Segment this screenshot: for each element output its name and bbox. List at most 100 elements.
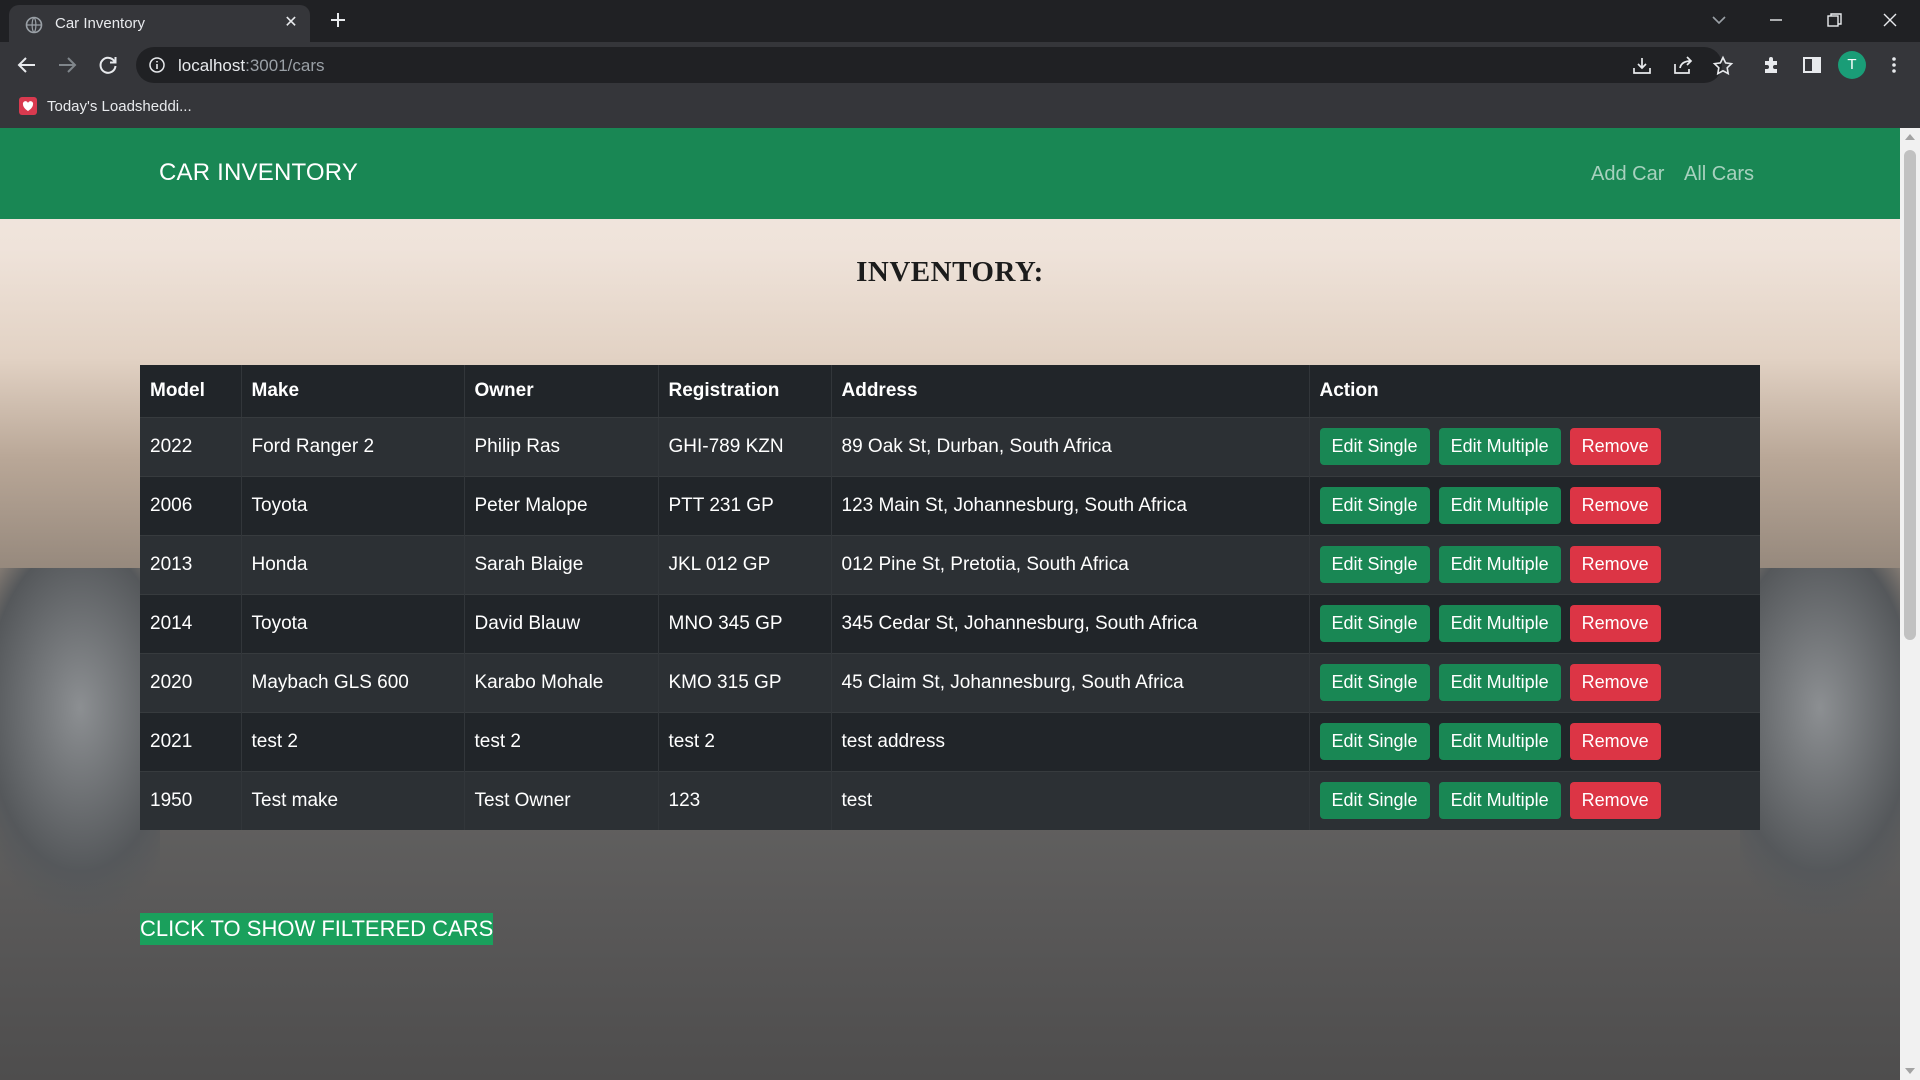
edit-single-button[interactable]: Edit Single (1319, 605, 1430, 642)
inventory-table: Model Make Owner Registration Address Ac… (140, 365, 1760, 830)
cell-model: 2013 (140, 534, 241, 594)
cell-model: 2006 (140, 475, 241, 535)
edit-single-button[interactable]: Edit Single (1319, 723, 1430, 760)
url-text: localhost:3001/cars (178, 56, 325, 75)
remove-button[interactable]: Remove (1569, 487, 1661, 524)
new-tab-icon[interactable] (324, 6, 352, 34)
table-row: 2014 Toyota David Blauw MNO 345 GP 345 C… (140, 593, 1760, 653)
menu-kebab-icon[interactable] (1878, 49, 1910, 81)
cell-owner: Test Owner (463, 770, 658, 830)
background-car-right (1740, 568, 1900, 918)
cell-registration: JKL 012 GP (657, 534, 831, 594)
remove-button[interactable]: Remove (1569, 428, 1661, 465)
cell-model: 2022 (140, 416, 241, 476)
address-bar[interactable]: localhost:3001/cars (136, 47, 1734, 83)
tab-strip: Car Inventory ✕ (0, 0, 1920, 42)
edit-single-button[interactable]: Edit Single (1319, 546, 1430, 583)
cell-address: 89 Oak St, Durban, South Africa (830, 416, 1309, 476)
close-tab-icon[interactable]: ✕ (279, 11, 303, 35)
reload-icon[interactable] (92, 49, 124, 81)
share-icon[interactable] (1671, 54, 1695, 78)
cell-owner: Karabo Mohale (463, 652, 658, 712)
bookmark-item[interactable]: Today's Loadsheddi... (47, 98, 192, 115)
page-scrollbar[interactable] (1900, 128, 1920, 1080)
column-header: Registration (657, 365, 831, 418)
cell-actions: Edit Single Edit Multiple Remove (1308, 593, 1760, 653)
remove-button[interactable]: Remove (1569, 605, 1661, 642)
edit-multiple-button[interactable]: Edit Multiple (1438, 723, 1561, 760)
cell-actions: Edit Single Edit Multiple Remove (1308, 475, 1760, 535)
table-row: 1950 Test make Test Owner 123 test Edit … (140, 770, 1760, 830)
cell-registration: MNO 345 GP (657, 593, 831, 653)
cell-address: 012 Pine St, Pretotia, South Africa (830, 534, 1309, 594)
show-filtered-cars-button[interactable]: CLICK TO SHOW FILTERED CARS (140, 913, 494, 945)
remove-button[interactable]: Remove (1569, 546, 1661, 583)
cell-make: test 2 (240, 711, 464, 771)
cell-owner: Sarah Blaige (463, 534, 658, 594)
browser-tab[interactable]: Car Inventory ✕ (9, 5, 310, 42)
cell-make: Maybach GLS 600 (240, 652, 464, 712)
edit-multiple-button[interactable]: Edit Multiple (1438, 487, 1561, 524)
table-row: 2022 Ford Ranger 2 Philip Ras GHI-789 KZ… (140, 416, 1760, 476)
profile-avatar[interactable]: T (1838, 51, 1866, 79)
cell-make: Toyota (240, 475, 464, 535)
edit-single-button[interactable]: Edit Single (1319, 664, 1430, 701)
table-row: 2013 Honda Sarah Blaige JKL 012 GP 012 P… (140, 534, 1760, 594)
table-row: 2021 test 2 test 2 test 2 test address E… (140, 711, 1760, 771)
table-row: 2020 Maybach GLS 600 Karabo Mohale KMO 3… (140, 652, 1760, 712)
nav-all-cars[interactable]: All Cars (1684, 163, 1754, 186)
cell-registration: test 2 (657, 711, 831, 771)
info-icon[interactable] (148, 56, 166, 74)
edit-single-button[interactable]: Edit Single (1319, 782, 1430, 820)
edit-multiple-button[interactable]: Edit Multiple (1438, 546, 1561, 583)
edit-single-button[interactable]: Edit Single (1319, 428, 1430, 465)
nav-add-car[interactable]: Add Car (1591, 163, 1664, 186)
cell-actions: Edit Single Edit Multiple Remove (1308, 534, 1760, 594)
edit-multiple-button[interactable]: Edit Multiple (1438, 664, 1561, 701)
cell-owner: David Blauw (463, 593, 658, 653)
edit-multiple-button[interactable]: Edit Multiple (1438, 605, 1561, 642)
tab-search-icon[interactable] (1703, 4, 1735, 36)
remove-button[interactable]: Remove (1569, 782, 1661, 820)
edit-multiple-button[interactable]: Edit Multiple (1438, 428, 1561, 465)
table-row: 2006 Toyota Peter Malope PTT 231 GP 123 … (140, 475, 1760, 535)
remove-button[interactable]: Remove (1569, 664, 1661, 701)
cell-make: Test make (240, 770, 464, 830)
close-window-icon[interactable] (1874, 4, 1906, 36)
edit-single-button[interactable]: Edit Single (1319, 487, 1430, 524)
cell-address: 123 Main St, Johannesburg, South Africa (830, 475, 1309, 535)
cell-registration: PTT 231 GP (657, 475, 831, 535)
cell-registration: GHI-789 KZN (657, 416, 831, 476)
restore-icon[interactable] (1818, 4, 1850, 36)
bookmark-star-icon[interactable] (1711, 54, 1735, 78)
column-header: Model (140, 365, 241, 418)
install-app-icon[interactable] (1630, 54, 1654, 78)
column-header: Make (240, 365, 464, 418)
bookmarks-bar (0, 88, 1920, 128)
scroll-thumb[interactable] (1904, 150, 1916, 640)
cell-actions: Edit Single Edit Multiple Remove (1308, 770, 1760, 830)
minimize-icon[interactable] (1760, 4, 1792, 36)
forward-icon[interactable] (51, 49, 83, 81)
cell-model: 1950 (140, 770, 241, 830)
table-header-row: Model Make Owner Registration Address Ac… (140, 365, 1760, 418)
scroll-down-arrow-icon[interactable] (1905, 1068, 1915, 1074)
page-viewport: CAR INVENTORY Add Car All Cars INVENTORY… (0, 128, 1900, 1080)
cell-actions: Edit Single Edit Multiple Remove (1308, 416, 1760, 476)
cell-make: Honda (240, 534, 464, 594)
edit-multiple-button[interactable]: Edit Multiple (1438, 782, 1561, 820)
extensions-icon[interactable] (1756, 49, 1788, 81)
cell-address: 45 Claim St, Johannesburg, South Africa (830, 652, 1309, 712)
side-panel-icon[interactable] (1796, 49, 1828, 81)
brand-logo[interactable]: CAR INVENTORY (159, 159, 358, 187)
cell-owner: Philip Ras (463, 416, 658, 476)
remove-button[interactable]: Remove (1569, 723, 1661, 760)
cell-model: 2014 (140, 593, 241, 653)
cell-actions: Edit Single Edit Multiple Remove (1308, 711, 1760, 771)
back-icon[interactable] (11, 49, 43, 81)
browser-toolbar: localhost:3001/cars T (0, 42, 1920, 88)
scroll-up-arrow-icon[interactable] (1905, 134, 1915, 140)
cell-make: Toyota (240, 593, 464, 653)
cell-make: Ford Ranger 2 (240, 416, 464, 476)
cell-address: 345 Cedar St, Johannesburg, South Africa (830, 593, 1309, 653)
